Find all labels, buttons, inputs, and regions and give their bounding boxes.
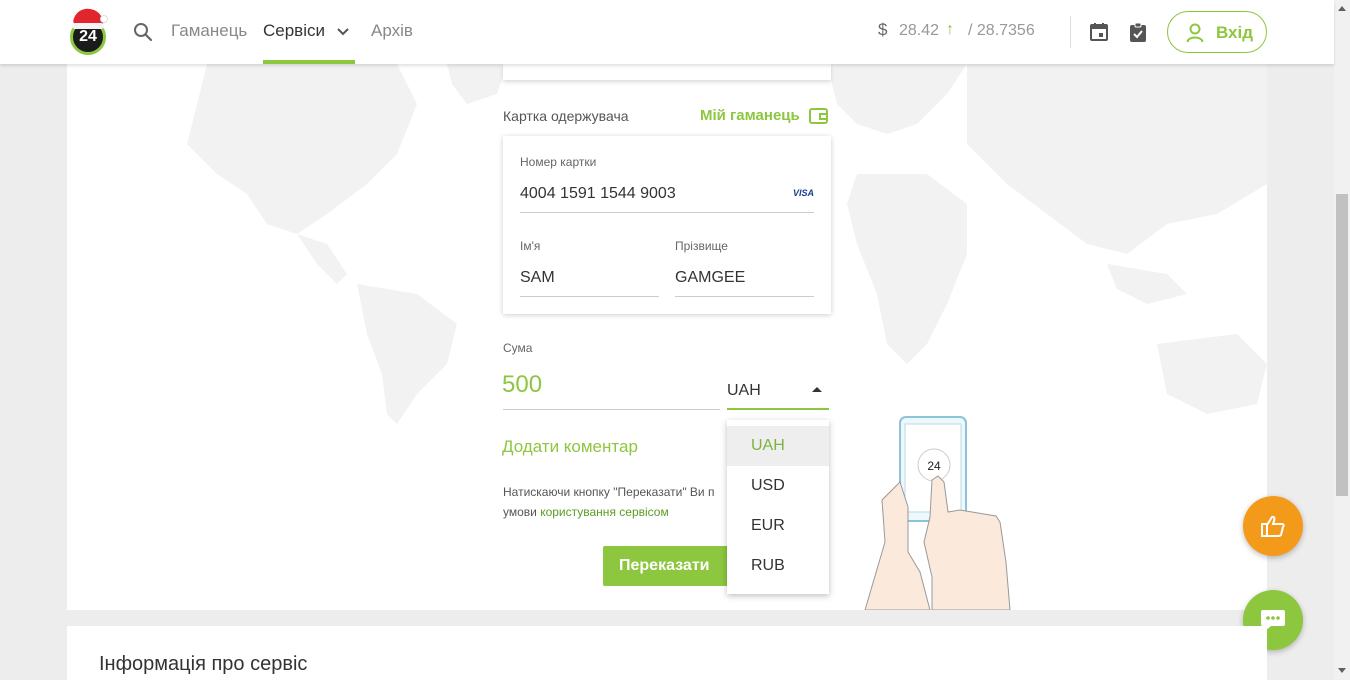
wallet-icon[interactable]: [809, 107, 829, 125]
last-name-input[interactable]: GAMGEE: [675, 269, 745, 287]
currency-selected-value: UAH: [727, 382, 761, 399]
privat24-logo[interactable]: 24: [70, 6, 108, 55]
amount-label: Сума: [503, 341, 533, 355]
dollar-icon: $: [878, 20, 888, 39]
add-comment-link[interactable]: Додати коментар: [502, 437, 638, 457]
first-name-input[interactable]: SAM: [520, 269, 555, 287]
chevron-down-icon[interactable]: [336, 25, 350, 39]
currency-option-usd[interactable]: USD: [727, 466, 829, 506]
nav-archive[interactable]: Архів: [371, 21, 413, 41]
nav-wallet[interactable]: Гаманець: [171, 21, 247, 41]
my-wallet-link[interactable]: Мій гаманець: [700, 107, 800, 124]
santa-hat-pompom: [100, 15, 108, 23]
currency-option-eur[interactable]: EUR: [727, 506, 829, 546]
submit-label: Переказати: [619, 557, 710, 574]
nav-services[interactable]: Сервіси: [263, 21, 325, 41]
amount-underline: [503, 409, 720, 410]
login-label: Вхід: [1216, 23, 1254, 42]
currency-option-rub[interactable]: RUB: [727, 546, 829, 586]
option-label: RUB: [751, 557, 785, 574]
phone-badge-24: 24: [927, 459, 941, 473]
feedback-like-button[interactable]: [1243, 496, 1303, 556]
search-icon[interactable]: [133, 22, 153, 42]
amount-input[interactable]: 500: [502, 371, 542, 399]
terms-text: Натискаючи кнопку "Переказати" Ви п умов…: [503, 482, 727, 528]
currency-select[interactable]: UAH: [727, 378, 829, 410]
previous-card-bottom: [503, 64, 831, 80]
scrollbar-thumb[interactable]: [1336, 194, 1348, 496]
first-name-label: Ім'я: [520, 239, 541, 253]
thumbs-up-icon: [1261, 515, 1285, 537]
first-name-underline: [520, 296, 659, 297]
last-name-underline: [675, 296, 814, 297]
rate-up-arrow-icon: ↑: [946, 21, 954, 38]
terms-line1: Натискаючи кнопку "Переказати" Ви п: [503, 485, 715, 499]
recipient-card-label: Картка одержувача: [503, 108, 629, 124]
login-button[interactable]: Вхід: [1167, 11, 1267, 53]
currency-option-uah[interactable]: UAH: [727, 426, 829, 466]
card-number-input[interactable]: 4004 1591 1544 9003: [520, 185, 676, 203]
card-number-underline: [520, 212, 814, 213]
currency-dropdown: UAH USD EUR RUB: [727, 420, 829, 594]
terms-line2-prefix: умови: [503, 505, 541, 519]
calendar-icon[interactable]: [1089, 22, 1109, 42]
transfer-submit-button[interactable]: Переказати: [603, 546, 729, 586]
service-info-card: Інформація про сервіс: [67, 626, 1267, 680]
nav-active-indicator: [263, 60, 355, 64]
rate-buy: 28.42: [899, 22, 940, 39]
santa-hat-brim: [72, 23, 104, 29]
caret-up-icon: [812, 387, 822, 392]
scroll-down-arrow-icon[interactable]: [1338, 668, 1346, 673]
page-scrollbar[interactable]: [1334, 0, 1350, 680]
service-info-title: Інформація про сервіс: [99, 653, 308, 675]
last-name-label: Прізвище: [675, 239, 728, 253]
phone-hands-illustration: 24: [864, 416, 1011, 610]
user-icon: [1186, 23, 1204, 43]
card-number-label: Номер картки: [520, 155, 597, 169]
top-header: 24 Гаманець Сервіси Архів $ 28.42 ↑ / 28…: [0, 0, 1334, 64]
option-label: UAH: [751, 437, 785, 454]
option-label: USD: [751, 477, 785, 494]
option-label: EUR: [751, 517, 785, 534]
scroll-up-arrow-icon[interactable]: [1338, 6, 1346, 11]
rate-sell: / 28.7356: [968, 22, 1035, 39]
visa-icon: VISA: [793, 188, 815, 198]
clipboard-check-icon[interactable]: [1129, 22, 1147, 42]
terms-link[interactable]: користування сервісом: [540, 505, 669, 519]
header-divider: [1070, 16, 1071, 48]
